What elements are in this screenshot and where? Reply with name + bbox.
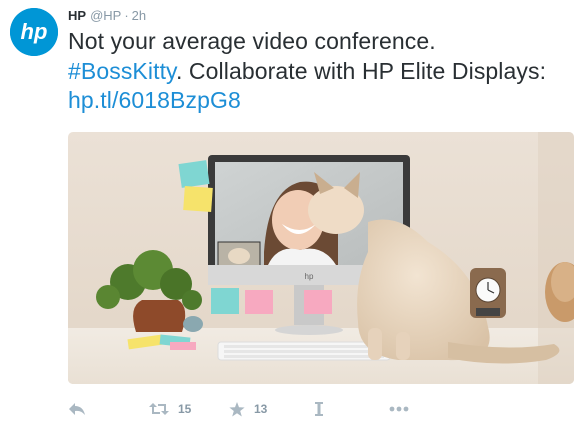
tweet-photo[interactable]: hp bbox=[68, 132, 574, 384]
header-separator: · bbox=[124, 8, 129, 23]
photo-illustration: hp bbox=[68, 132, 574, 384]
sticky-note bbox=[304, 290, 332, 314]
tweet: hp HP @HP · 2h Not your average video confe… bbox=[0, 0, 587, 421]
sticky-note bbox=[183, 186, 213, 212]
share-button[interactable] bbox=[314, 398, 324, 420]
star-icon bbox=[229, 401, 245, 416]
more-icon bbox=[389, 406, 409, 412]
reply-icon bbox=[69, 403, 85, 415]
tweet-header: HP @HP · 2h bbox=[68, 8, 146, 24]
sticky-note bbox=[211, 288, 239, 314]
reply-button[interactable] bbox=[68, 398, 86, 420]
avatar-logo-text: hp bbox=[21, 19, 48, 44]
favorite-button[interactable]: 13 bbox=[229, 398, 267, 420]
retweet-button[interactable]: 15 bbox=[149, 398, 191, 420]
tweet-timestamp[interactable]: 2h bbox=[132, 8, 146, 23]
author-name[interactable]: HP bbox=[68, 8, 86, 23]
monitor-brand-text: hp bbox=[305, 272, 314, 281]
share-icon bbox=[315, 402, 323, 416]
retweet-count: 15 bbox=[178, 402, 192, 416]
tweet-text: Not your average video conference. #Boss… bbox=[68, 27, 578, 116]
sticky-note bbox=[178, 160, 210, 188]
hashtag-link[interactable]: #BossKitty bbox=[68, 58, 176, 84]
tweet-actions: 15 13 bbox=[68, 398, 578, 420]
desk-clock bbox=[470, 268, 506, 318]
retweet-icon bbox=[149, 403, 169, 415]
sticky-note bbox=[245, 290, 273, 314]
hp-logo-icon: hp bbox=[10, 8, 58, 56]
tweet-text-line1: Not your average video conference. bbox=[68, 28, 436, 54]
more-button[interactable] bbox=[389, 398, 409, 420]
author-avatar[interactable]: hp bbox=[10, 8, 58, 56]
author-handle[interactable]: @HP bbox=[90, 8, 121, 23]
url-link[interactable]: hp.tl/6018BzpG8 bbox=[68, 87, 241, 113]
tweet-text-body: . Collaborate with HP Elite Displays: bbox=[175, 57, 547, 84]
favorite-count: 13 bbox=[254, 402, 268, 416]
